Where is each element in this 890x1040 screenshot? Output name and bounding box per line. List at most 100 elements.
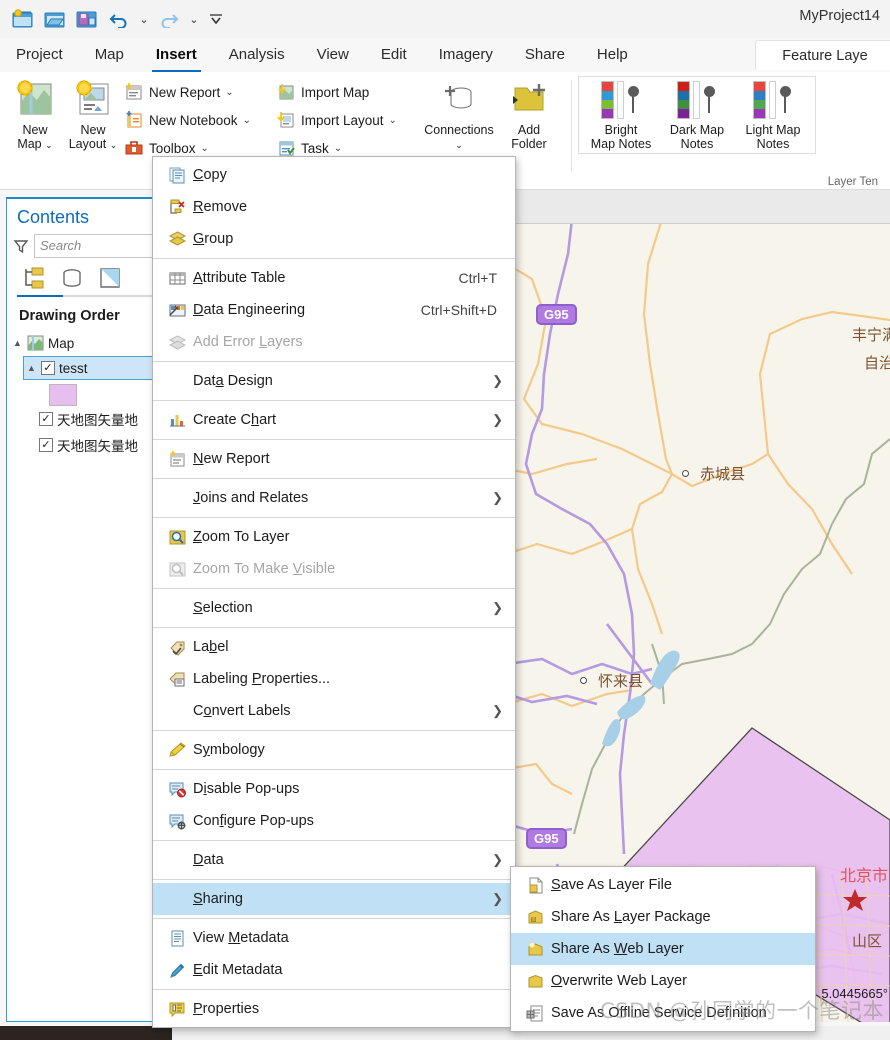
- list-by-selection-icon[interactable]: [97, 266, 123, 292]
- layer-visibility-checkbox[interactable]: ✓: [39, 438, 53, 452]
- tab-imagery[interactable]: Imagery: [423, 40, 509, 72]
- menu-item-remove-label: Remove: [193, 199, 248, 215]
- layer-visibility-checkbox[interactable]: ✓: [39, 412, 53, 426]
- data-engineering-icon: [161, 301, 193, 320]
- menu-item-edit-metadata[interactable]: Edit Metadata: [153, 954, 515, 986]
- redo-icon[interactable]: [154, 5, 184, 33]
- menu-item-new-report[interactable]: New Report: [153, 443, 515, 475]
- layer-visibility-checkbox[interactable]: ✓: [41, 361, 55, 375]
- search-input[interactable]: Search: [34, 234, 153, 258]
- menu-item-add-error-layers-label: Add Error Layers: [193, 334, 303, 350]
- menu-item-zoom-to-layer[interactable]: Zoom To Layer: [153, 521, 515, 553]
- undo-dropdown-icon[interactable]: ⌄: [136, 5, 152, 33]
- menu-item-view-metadata[interactable]: View Metadata: [153, 922, 515, 954]
- new-layout-button[interactable]: New Layout ⌄: [64, 72, 122, 152]
- chart-icon: [161, 411, 193, 430]
- light-map-notes-label-1: Light Map: [745, 123, 801, 137]
- toolbox-label: Toolbox: [149, 140, 196, 156]
- new-report-command[interactable]: New Report ⌄: [124, 78, 234, 106]
- toolbox-caret-icon[interactable]: ⌄: [201, 143, 209, 154]
- tab-view[interactable]: View: [301, 40, 365, 72]
- menu-item-symbology[interactable]: Symbology: [153, 734, 515, 766]
- save-project-icon[interactable]: [72, 5, 102, 33]
- tab-feature-layer[interactable]: Feature Laye: [755, 40, 890, 70]
- label-icon: [161, 638, 193, 657]
- menu-item-label-label: Label: [193, 639, 229, 655]
- undo-icon[interactable]: [104, 5, 134, 33]
- import-map-command[interactable]: Import Map: [276, 78, 369, 106]
- new-notebook-command[interactable]: New Notebook ⌄: [124, 106, 251, 134]
- menu-item-data-engineering[interactable]: Data Engineering Ctrl+Shift+D: [153, 294, 515, 326]
- tab-map[interactable]: Map: [79, 40, 140, 72]
- submenu-item-save-as-layer-file[interactable]: Save As Layer File: [511, 869, 815, 901]
- menu-item-joins-and-relates[interactable]: Joins and Relates ❯: [153, 482, 515, 514]
- layer-symbol-swatch[interactable]: [49, 384, 77, 406]
- list-by-data-source-icon[interactable]: [59, 266, 85, 292]
- new-notebook-caret-icon[interactable]: ⌄: [243, 115, 251, 126]
- add-folder-button[interactable]: Add Folder: [502, 72, 556, 151]
- menu-item-remove[interactable]: Remove: [153, 191, 515, 223]
- menu-item-data[interactable]: Data ❯: [153, 844, 515, 876]
- menu-item-labeling-properties[interactable]: Labeling Properties...: [153, 663, 515, 695]
- menu-item-copy[interactable]: Copy: [153, 159, 515, 191]
- new-map-label-1: New: [22, 123, 48, 137]
- tree-item-map-label: Map: [48, 335, 75, 351]
- menu-item-zoom-to-make-visible: Zoom To Make Visible: [153, 553, 515, 585]
- toolbox-icon: [125, 141, 143, 155]
- tab-insert[interactable]: Insert: [140, 40, 213, 72]
- import-layout-caret-icon[interactable]: ⌄: [389, 115, 397, 126]
- new-map-button[interactable]: New Map ⌄: [6, 72, 64, 152]
- menu-item-label[interactable]: Label: [153, 631, 515, 663]
- tab-share[interactable]: Share: [509, 40, 581, 72]
- menu-item-configure-popups[interactable]: Configure Pop-ups: [153, 805, 515, 837]
- menu-item-data-design[interactable]: Data Design ❯: [153, 365, 515, 397]
- tab-edit[interactable]: Edit: [365, 40, 423, 72]
- customize-quick-access-icon[interactable]: [204, 5, 228, 33]
- menu-item-properties-label: Properties: [193, 1001, 260, 1017]
- menu-item-group[interactable]: Group: [153, 223, 515, 255]
- tree-item-basemap-1[interactable]: ✓ 天地图矢量地: [7, 406, 157, 432]
- submenu-item-share-as-layer-package[interactable]: Share As Layer Package: [511, 901, 815, 933]
- menu-item-convert-labels[interactable]: Convert Labels ❯: [153, 695, 515, 727]
- tree-item-map[interactable]: ▲ Map: [7, 330, 157, 356]
- new-map-caret-icon[interactable]: ⌄: [45, 140, 53, 150]
- menu-item-attribute-table[interactable]: Attribute Table Ctrl+T: [153, 262, 515, 294]
- map-notes-gallery[interactable]: Bright Map Notes Dark Map Notes Light Ma…: [578, 76, 816, 154]
- expand-triangle-icon[interactable]: ▲: [27, 363, 37, 373]
- dark-map-notes-button[interactable]: Dark Map Notes: [661, 81, 733, 151]
- menu-item-create-chart[interactable]: Create Chart ❯: [153, 404, 515, 436]
- bright-map-notes-button[interactable]: Bright Map Notes: [585, 81, 657, 151]
- copy-icon: [161, 166, 193, 185]
- open-project-icon[interactable]: [40, 5, 70, 33]
- connections-caret-icon[interactable]: ⌄: [455, 140, 463, 150]
- tree-item-basemap-2[interactable]: ✓ 天地图矢量地: [7, 432, 157, 458]
- tree-item-tesst[interactable]: ▲ ✓ tesst: [23, 356, 157, 380]
- menu-item-disable-popups-label: Disable Pop-ups: [193, 781, 300, 797]
- add-folder-icon: [513, 84, 545, 111]
- expand-triangle-icon[interactable]: ▲: [13, 338, 23, 348]
- offline-service-icon: [519, 1004, 551, 1023]
- redo-dropdown-icon[interactable]: ⌄: [186, 5, 202, 33]
- menu-item-sharing[interactable]: Sharing ❯: [153, 883, 515, 915]
- new-report-caret-icon[interactable]: ⌄: [225, 87, 233, 98]
- light-map-notes-button[interactable]: Light Map Notes: [737, 81, 809, 151]
- menu-item-disable-popups[interactable]: Disable Pop-ups: [153, 773, 515, 805]
- submenu-item-share-as-web-layer[interactable]: Share As Web Layer: [511, 933, 815, 965]
- new-layout-caret-icon[interactable]: ⌄: [110, 140, 118, 150]
- submenu-item-overwrite-web-layer[interactable]: Overwrite Web Layer: [511, 965, 815, 997]
- filter-icon[interactable]: [13, 238, 29, 254]
- connections-button[interactable]: Connections ⌄: [416, 72, 502, 152]
- tab-analysis[interactable]: Analysis: [213, 40, 301, 72]
- symbology-icon: [161, 741, 193, 760]
- menu-item-properties[interactable]: Properties: [153, 993, 515, 1025]
- list-by-drawing-order-icon[interactable]: [21, 266, 47, 292]
- menu-item-new-report-label: New Report: [193, 451, 270, 467]
- import-layout-command[interactable]: Import Layout ⌄: [276, 106, 397, 134]
- task-caret-icon[interactable]: ⌄: [334, 143, 342, 154]
- new-project-icon[interactable]: [8, 5, 38, 33]
- city-dot-huailai: [580, 677, 587, 684]
- tab-project[interactable]: Project: [0, 40, 79, 72]
- menu-item-selection[interactable]: Selection ❯: [153, 592, 515, 624]
- ribbon-divider: [571, 80, 572, 172]
- tab-help[interactable]: Help: [581, 40, 644, 72]
